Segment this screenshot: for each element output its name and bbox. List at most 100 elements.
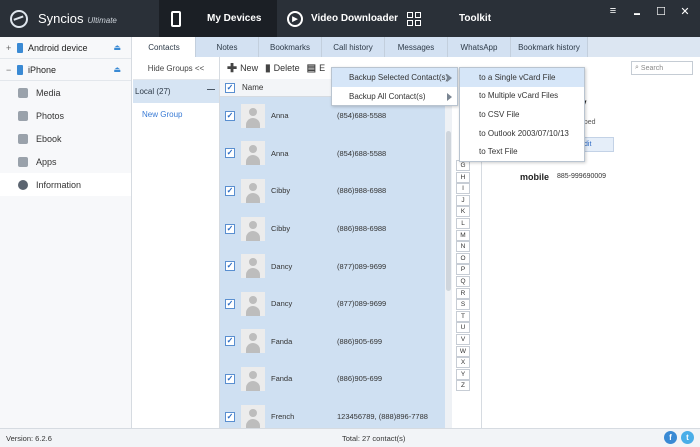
row-checkbox[interactable]: ✓ (225, 185, 235, 196)
nav-my-devices[interactable]: My Devices (159, 0, 277, 37)
menu-icon[interactable]: ≡ (606, 5, 620, 23)
alphabet-letter[interactable]: M (456, 229, 470, 241)
delete-label: Delete (273, 63, 300, 73)
avatar-icon (241, 254, 265, 279)
tab-contacts[interactable]: Contacts (133, 37, 196, 57)
syncios-logo-icon (10, 10, 28, 28)
device-label: Android device (28, 42, 88, 53)
tab-bookmark-history[interactable]: Bookmark history (511, 37, 588, 57)
alphabet-letter[interactable]: O (456, 252, 470, 264)
menu-item-single-vcard[interactable]: to a Single vCard File (460, 68, 584, 87)
sidebar-item-ebook[interactable]: Ebook (0, 127, 131, 150)
tab-bookmarks[interactable]: Bookmarks (259, 37, 322, 57)
contact-row[interactable]: ✓ Fanda (886)905-699 (220, 323, 445, 361)
contact-name: Cibby (271, 224, 291, 234)
contact-row[interactable]: ✓ Dancy (877)089-9699 (220, 247, 445, 285)
contact-row[interactable]: ✓ Dancy (877)089-9699 (220, 285, 445, 323)
new-group-link[interactable]: New Group (133, 103, 219, 126)
row-checkbox[interactable]: ✓ (225, 336, 235, 347)
row-checkbox[interactable]: ✓ (225, 148, 235, 159)
row-checkbox[interactable]: ✓ (225, 298, 235, 309)
eject-icon[interactable]: ⏏ (113, 43, 121, 52)
edit-button[interactable]: dit (582, 137, 614, 152)
tab-messages[interactable]: Messages (385, 37, 448, 57)
menu-item-csv[interactable]: to CSV File (460, 105, 584, 124)
alphabet-letter[interactable]: S (456, 299, 470, 311)
avatar-icon (241, 329, 265, 354)
window-controls: ≡ ▬ ☐ ✕ (606, 5, 692, 23)
facebook-icon[interactable]: f (664, 431, 677, 444)
nav-toolkit[interactable]: Toolkit (407, 0, 507, 37)
row-checkbox[interactable]: ✓ (225, 411, 235, 422)
eject-icon[interactable]: ⏏ (113, 65, 121, 74)
alphabet-letter[interactable]: K (456, 206, 470, 218)
menu-item-multiple-vcard[interactable]: to Multiple vCard Files (460, 87, 584, 106)
list-scrollbar[interactable] (445, 79, 452, 428)
sidebar-item-apps[interactable]: Apps (0, 150, 131, 173)
group-local[interactable]: Local (27) — (133, 80, 219, 103)
apps-icon (18, 156, 28, 167)
twitter-icon[interactable]: t (681, 431, 694, 444)
alphabet-letter[interactable]: W (456, 345, 470, 357)
contact-row[interactable]: ✓ Fanda (886)905-699 (220, 360, 445, 398)
tab-notes[interactable]: Notes (196, 37, 259, 57)
maximize-icon[interactable]: ☐ (654, 5, 668, 23)
contact-row[interactable]: ✓ Anna (854)688-5588 (220, 135, 445, 173)
new-button[interactable]: ✚ New (227, 61, 258, 75)
alphabet-letter[interactable]: R (456, 287, 470, 299)
alphabet-letter[interactable]: L (456, 217, 470, 229)
alphabet-letter[interactable]: Z (456, 380, 470, 392)
alphabet-letter[interactable]: N (456, 241, 470, 253)
nav-video-downloader[interactable]: ▶ Video Downloader (287, 0, 402, 37)
device-iphone[interactable]: − iPhone ⏏ (0, 59, 131, 81)
select-all-checkbox[interactable]: ✓ (225, 82, 235, 93)
trash-icon: ▮ (265, 62, 271, 74)
alphabet-letter[interactable]: P (456, 264, 470, 276)
tab-call-history[interactable]: Call history (322, 37, 385, 57)
avatar-icon (241, 216, 265, 241)
search-icon: ⌕ (635, 64, 639, 71)
delete-button[interactable]: ▮ Delete (265, 63, 300, 74)
collapse-group-icon[interactable]: — (207, 85, 215, 94)
menu-item-backup-all[interactable]: Backup All Contact(s) (332, 87, 457, 106)
export-button[interactable]: ▤ E (307, 63, 325, 74)
minimize-icon[interactable]: ▬ (630, 5, 644, 23)
menu-item-backup-selected[interactable]: Backup Selected Contact(s) (332, 68, 457, 87)
alphabet-letter[interactable]: H (456, 171, 470, 183)
collapse-icon[interactable]: − (6, 65, 14, 75)
alphabet-letter[interactable]: V (456, 333, 470, 345)
menu-item-text[interactable]: to Text File (460, 142, 584, 161)
contact-row[interactable]: ✓ French 123456789, (888)896-7788 (220, 398, 445, 428)
expand-icon[interactable]: + (6, 43, 14, 53)
search-input[interactable]: ⌕ Search (631, 61, 693, 75)
row-checkbox[interactable]: ✓ (225, 223, 235, 234)
alphabet-letter[interactable]: X (456, 357, 470, 369)
column-header-name[interactable]: Name (242, 83, 263, 92)
avatar-icon (241, 366, 265, 391)
alphabet-letter[interactable]: T (456, 310, 470, 322)
scroll-thumb[interactable] (446, 131, 451, 291)
device-android[interactable]: + Android device ⏏ (0, 37, 131, 59)
hide-groups-button[interactable]: Hide Groups << (133, 57, 219, 80)
alphabet-letter[interactable]: U (456, 322, 470, 334)
alphabet-letter[interactable]: I (456, 183, 470, 195)
close-icon[interactable]: ✕ (678, 5, 692, 23)
row-checkbox[interactable]: ✓ (225, 261, 235, 272)
menu-item-label: Backup Selected Contact(s) (349, 73, 449, 82)
row-checkbox[interactable]: ✓ (225, 110, 235, 121)
contact-row[interactable]: ✓ Cibby (886)988-6988 (220, 210, 445, 248)
tab-whatsapp[interactable]: WhatsApp (448, 37, 511, 57)
contact-name: Dancy (271, 299, 293, 309)
ebook-icon (18, 133, 28, 144)
sidebar-item-photos[interactable]: Photos (0, 104, 131, 127)
sidebar-item-information[interactable]: Information (0, 173, 131, 196)
menu-item-label: Backup All Contact(s) (349, 92, 426, 101)
alphabet-letter[interactable]: Y (456, 368, 470, 380)
row-checkbox[interactable]: ✓ (225, 373, 235, 384)
sidebar-item-media[interactable]: Media (0, 81, 131, 104)
alphabet-letter[interactable]: Q (456, 275, 470, 287)
menu-item-outlook[interactable]: to Outlook 2003/07/10/13 (460, 124, 584, 143)
info-icon (18, 179, 28, 190)
contact-row[interactable]: ✓ Cibby (886)988-6988 (220, 172, 445, 210)
alphabet-letter[interactable]: J (456, 194, 470, 206)
